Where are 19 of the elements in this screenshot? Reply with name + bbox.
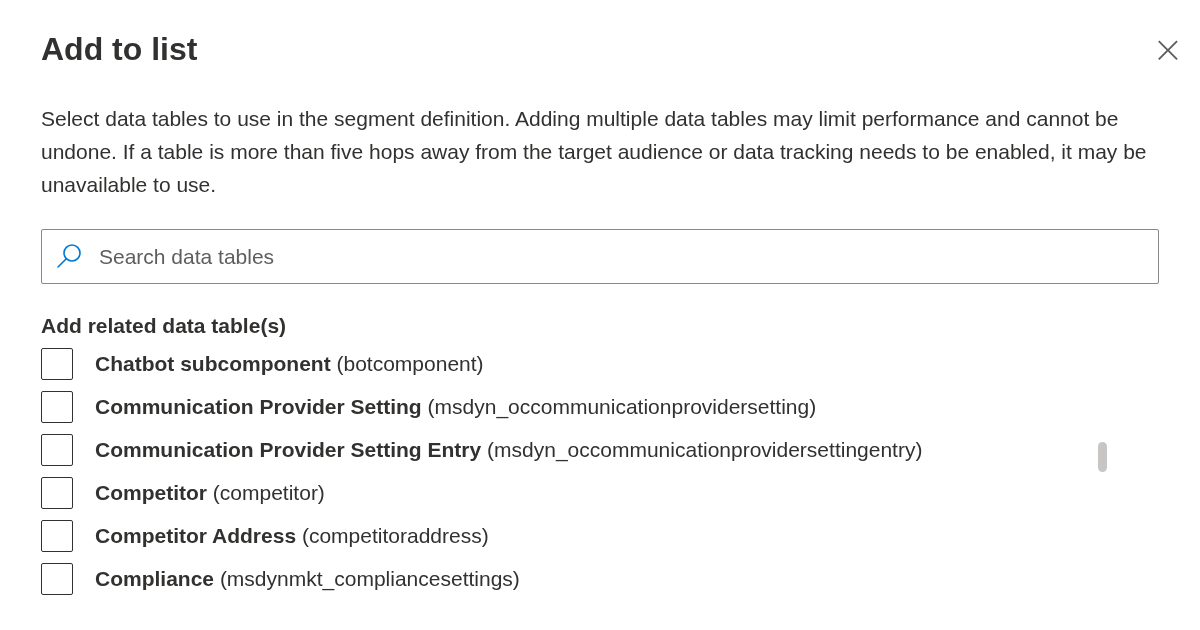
checkbox[interactable] bbox=[41, 476, 73, 509]
dialog-description: Select data tables to use in the segment definition. Adding multiple data tables may limit performance and cannot be undone. If a table is more than five hops away from the target audience or data tracking needs to be enabled, it may be unavailable to use. bbox=[41, 106, 1148, 198]
checkbox[interactable] bbox=[41, 390, 73, 423]
table-label: Communication Provider Setting (msdyn_occommunicationprovidersetting) bbox=[95, 394, 817, 419]
checkbox[interactable] bbox=[41, 562, 73, 595]
search-field[interactable]: Search data tables bbox=[41, 229, 1159, 284]
scrollbar-thumb[interactable] bbox=[1098, 442, 1107, 472]
close-button[interactable]: × bbox=[1148, 29, 1188, 69]
dialog-title: Add to list bbox=[41, 30, 198, 68]
checkbox[interactable] bbox=[41, 433, 73, 466]
table-label: Communication Provider Setting Entry (msdyn_occommunicationprovidersettingentry) bbox=[95, 437, 923, 462]
checkbox[interactable] bbox=[41, 519, 73, 552]
section-label: Add related data table(s) bbox=[41, 313, 288, 339]
table-label: Competitor (competitor) bbox=[95, 480, 325, 505]
table-label: Chatbot subcomponent (botcomponent) bbox=[95, 351, 484, 376]
search-icon bbox=[56, 243, 82, 269]
table-label: Competitor Address (competitoraddress) bbox=[95, 523, 489, 548]
checkbox[interactable] bbox=[41, 347, 73, 380]
table-label: Compliance (msdynmkt_compliancesettings) bbox=[95, 566, 520, 591]
